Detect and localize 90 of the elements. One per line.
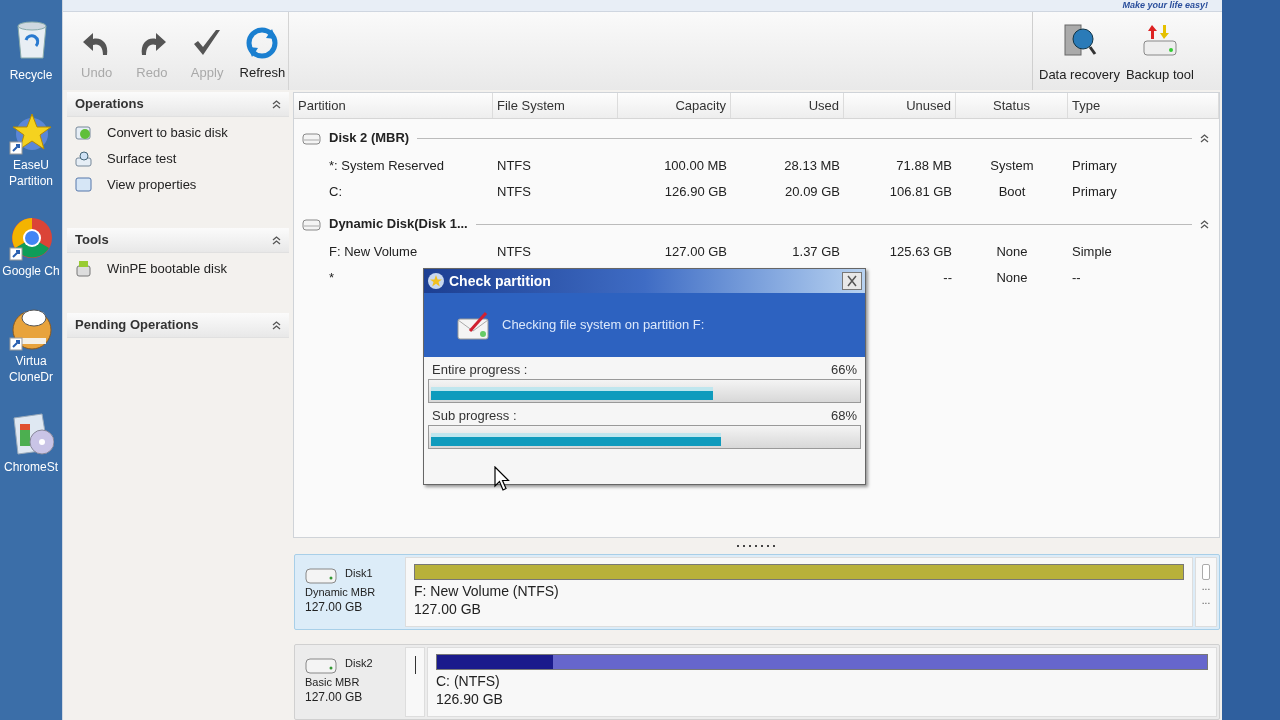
- desktop-icon-label[interactable]: Google Ch: [2, 264, 60, 278]
- collapse-icon: [272, 320, 281, 330]
- disk-convert-icon: [75, 124, 93, 142]
- desktop-icon-label[interactable]: CloneDr: [9, 370, 53, 384]
- column-header[interactable]: Unused: [844, 95, 951, 116]
- unallocated-mark: ...: [1201, 594, 1211, 608]
- sidebar-item[interactable]: View properties: [107, 175, 197, 195]
- dialog-message: Checking file system on partition F:: [502, 316, 705, 335]
- progress-label: Sub progress :: [432, 406, 517, 425]
- collapse-icon: [272, 235, 281, 245]
- desktop-icon-label[interactable]: ChromeSt: [4, 460, 58, 474]
- refresh-button[interactable]: Refresh: [236, 26, 288, 82]
- disk-name: Disk1: [345, 565, 373, 581]
- table-cell: 71.88 MB: [896, 158, 952, 174]
- partition-size: 127.00 GB: [414, 600, 482, 618]
- table-cell: Primary: [1072, 184, 1117, 200]
- section-header[interactable]: Tools: [67, 228, 289, 253]
- disk-group-title: Dynamic Disk(Disk 1...: [329, 215, 468, 234]
- desktop-icon-label[interactable]: Recycle: [9, 68, 53, 82]
- close-icon[interactable]: [842, 272, 862, 290]
- partition-block[interactable]: F: New Volume (NTFS) 127.00 GB: [405, 557, 1193, 627]
- desktop-icon-label[interactable]: Partition: [9, 174, 53, 188]
- disk-type: Dynamic MBR: [305, 585, 377, 599]
- collapse-icon[interactable]: [1200, 219, 1209, 229]
- partition-size: 126.90 GB: [436, 690, 504, 708]
- disk-size: 127.00 GB: [305, 599, 364, 615]
- table-cell: --: [1072, 270, 1081, 286]
- table-cell: NTFS: [497, 184, 531, 200]
- splitter-handle-icon[interactable]: [736, 544, 777, 549]
- table-cell: System: [990, 158, 1034, 174]
- column-header[interactable]: File System: [497, 95, 617, 116]
- disk-size: 127.00 GB: [305, 689, 364, 705]
- disk-scan-icon: [75, 150, 93, 168]
- table-cell: 20.09 GB: [785, 184, 840, 200]
- slogan-text: Make your life easy!: [1122, 0, 1208, 11]
- disk-type: Basic MBR: [305, 675, 361, 689]
- table-cell: NTFS: [497, 244, 531, 260]
- sidebar-item[interactable]: Surface test: [107, 149, 177, 169]
- table-cell: Simple: [1072, 244, 1112, 260]
- section-header[interactable]: Operations: [67, 92, 289, 117]
- table-cell: 127.00 GB: [664, 244, 727, 260]
- progress-percent: 66%: [830, 360, 857, 379]
- progress-label: Entire progress :: [432, 360, 528, 379]
- table-cell: 106.81 GB: [889, 184, 952, 200]
- progress-percent: 68%: [830, 406, 857, 425]
- table-cell: F: New Volume: [329, 244, 418, 260]
- collapse-icon[interactable]: [1200, 133, 1209, 143]
- partition-label: F: New Volume (NTFS): [414, 582, 560, 600]
- column-header[interactable]: Status: [956, 95, 1067, 116]
- sidebar-item[interactable]: WinPE bootable disk: [107, 259, 227, 279]
- refresh-icon: [246, 26, 279, 59]
- collapse-icon: [272, 99, 281, 109]
- unallocated-bar: [1202, 564, 1210, 580]
- table-cell: Boot: [998, 184, 1026, 200]
- table-cell: 100.00 MB: [664, 158, 727, 174]
- partition-block[interactable]: C: (NTFS) 126.90 GB: [427, 647, 1217, 717]
- disk-properties-icon: [75, 176, 93, 194]
- backup-button[interactable]: Backup tool: [1125, 20, 1194, 84]
- table-cell: --: [943, 270, 952, 286]
- table-cell: C:: [329, 184, 342, 200]
- table-cell: None: [996, 270, 1028, 286]
- recovery-button[interactable]: Data recovery: [1039, 20, 1120, 84]
- column-header[interactable]: Partition: [298, 95, 492, 116]
- bootable-disk-icon: [75, 260, 93, 278]
- table-cell: 28.13 MB: [784, 158, 840, 174]
- unallocated-block[interactable]: ... ...: [1195, 557, 1217, 627]
- table-cell: Primary: [1072, 158, 1117, 174]
- section-header[interactable]: Pending Operations: [67, 313, 289, 338]
- unallocated-mark: ...: [1201, 580, 1211, 594]
- column-header[interactable]: Used: [731, 95, 839, 116]
- sidebar-item[interactable]: Convert to basic disk: [107, 123, 228, 143]
- table-cell: 1.37 GB: [792, 244, 840, 260]
- disk-name: Disk2: [345, 655, 373, 671]
- column-header[interactable]: Capacity: [618, 95, 726, 116]
- partition-label: C: (NTFS): [436, 672, 501, 690]
- desktop-icon-label[interactable]: EaseU: [13, 158, 49, 172]
- disk-group-title: Disk 2 (MBR): [329, 129, 410, 148]
- desktop-icon-label[interactable]: Virtua: [15, 354, 47, 368]
- disk-card[interactable]: Disk2 Basic MBR 127.00 GB C: (NTFS) 126.90 GB: [294, 644, 1220, 720]
- disk-card[interactable]: Disk1 Dynamic MBR 127.00 GB F: New Volume (NTFS) 127.00 GB ... ...: [294, 554, 1220, 630]
- table-cell: 125.63 GB: [889, 244, 952, 260]
- table-cell: 126.90 GB: [664, 184, 727, 200]
- column-header[interactable]: Type: [1072, 95, 1218, 116]
- gear-star-icon: [427, 272, 445, 290]
- table-cell: *: System Reserved: [329, 158, 444, 174]
- table-cell: None: [996, 244, 1028, 260]
- envelope-check-icon: [456, 309, 492, 341]
- dialog-title: Check partition: [449, 271, 552, 291]
- table-cell: *: [329, 270, 335, 286]
- table-cell: NTFS: [497, 158, 531, 174]
